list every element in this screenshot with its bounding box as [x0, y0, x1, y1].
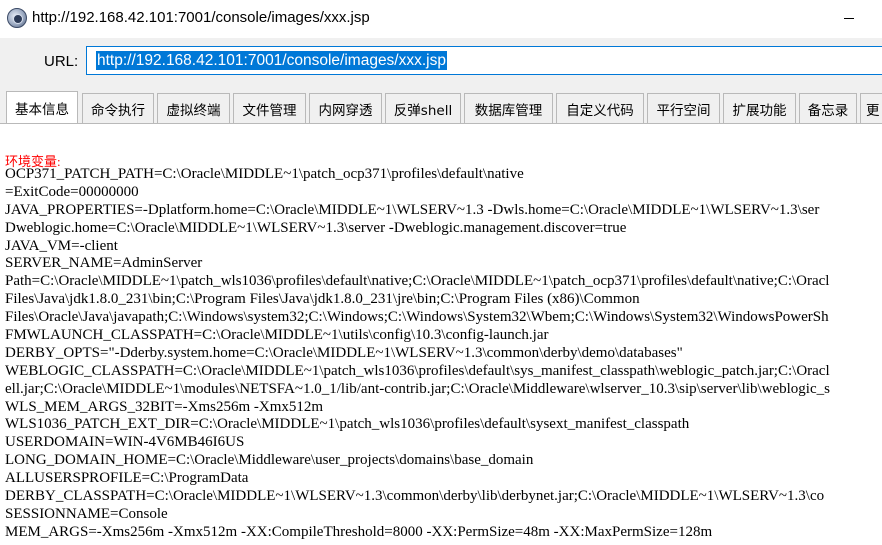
env-line: Files\Oracle\Java\javapath;C:\Windows\sy…	[5, 309, 829, 326]
env-line: Files\Java\jdk1.8.0_231\bin;C:\Program F…	[5, 291, 640, 308]
env-line: USERDOMAIN=WIN-4V6MB46I6US	[5, 434, 245, 451]
window-titlebar: http://192.168.42.101:7001/console/image…	[0, 0, 882, 38]
tab-custom-code[interactable]: 自定义代码	[556, 93, 644, 123]
url-input-value: http://192.168.42.101:7001/console/image…	[96, 51, 447, 70]
tab-parallel-space[interactable]: 平行空间	[647, 93, 720, 123]
app-logo-icon	[7, 8, 27, 28]
env-line: Path=C:\Oracle\MIDDLE~1\patch_wls1036\pr…	[5, 273, 830, 290]
tab-database-manager[interactable]: 数据库管理	[464, 93, 553, 123]
url-input[interactable]: http://192.168.42.101:7001/console/image…	[86, 46, 882, 75]
tab-virtual-terminal[interactable]: 虚拟终端	[157, 93, 230, 123]
env-line: SESSIONNAME=Console	[5, 505, 168, 522]
env-vars-list: OCP371_PATCH_PATH=C:\Oracle\MIDDLE~1\pat…	[5, 166, 830, 542]
env-line: DERBY_OPTS="-Dderby.system.home=C:\Oracl…	[5, 344, 683, 361]
env-line: FMWLAUNCH_CLASSPATH=C:\Oracle\MIDDLE~1\u…	[5, 327, 549, 344]
url-label: URL:	[44, 53, 79, 70]
window-title: http://192.168.42.101:7001/console/image…	[32, 9, 370, 26]
tab-file-manager[interactable]: 文件管理	[233, 93, 306, 123]
env-line: OCP371_PATCH_PATH=C:\Oracle\MIDDLE~1\pat…	[5, 166, 524, 182]
env-line: WEBLOGIC_CLASSPATH=C:\Oracle\MIDDLE~1\pa…	[5, 362, 830, 379]
env-line: SERVER_NAME=AdminServer	[5, 255, 203, 272]
maximize-button[interactable]: □	[872, 4, 882, 32]
env-line: MEM_ARGS=-Xms256m -Xmx512m -XX:CompileTh…	[5, 523, 713, 540]
env-line: JAVA_VM=-client	[5, 237, 118, 254]
tab-command-exec[interactable]: 命令执行	[82, 93, 154, 123]
env-line: Dweblogic.home=C:\Oracle\MIDDLE~1\WLSERV…	[5, 219, 627, 236]
env-line: =ExitCode=00000000	[5, 183, 139, 200]
tab-bar: 基本信息 命令执行 虚拟终端 文件管理 内网穿透 反弹shell 数据库管理 自…	[0, 88, 882, 126]
tab-more[interactable]: 更	[860, 93, 882, 123]
env-line: WLS1036_PATCH_EXT_DIR=C:\Oracle\MIDDLE~1…	[5, 416, 690, 433]
minimize-icon	[844, 17, 854, 19]
tab-memo[interactable]: 备忘录	[799, 93, 857, 123]
url-bar: URL: http://192.168.42.101:7001/console/…	[0, 38, 882, 88]
basic-info-panel: 环境变量: OCP371_PATCH_PATH=C:\Oracle\MIDDLE…	[0, 124, 882, 545]
env-line: ell.jar;C:\Oracle\MIDDLE~1\modules\NETSF…	[5, 380, 830, 397]
tab-reverse-shell[interactable]: 反弹shell	[385, 93, 461, 123]
env-line: ALLUSERSPROFILE=C:\ProgramData	[5, 470, 249, 487]
tab-extensions[interactable]: 扩展功能	[723, 93, 796, 123]
env-line: WLS_MEM_ARGS_32BIT=-Xms256m -Xmx512m	[5, 398, 324, 415]
env-line: DERBY_CLASSPATH=C:\Oracle\MIDDLE~1\WLSER…	[5, 488, 825, 505]
minimize-button[interactable]	[826, 4, 872, 32]
tab-basic-info[interactable]: 基本信息	[6, 91, 78, 124]
env-line: JAVA_PROPERTIES=-Dplatform.home=C:\Oracl…	[5, 201, 820, 218]
env-line: LONG_DOMAIN_HOME=C:\Oracle\Middleware\us…	[5, 452, 534, 469]
tab-intranet-tunnel[interactable]: 内网穿透	[309, 93, 382, 123]
